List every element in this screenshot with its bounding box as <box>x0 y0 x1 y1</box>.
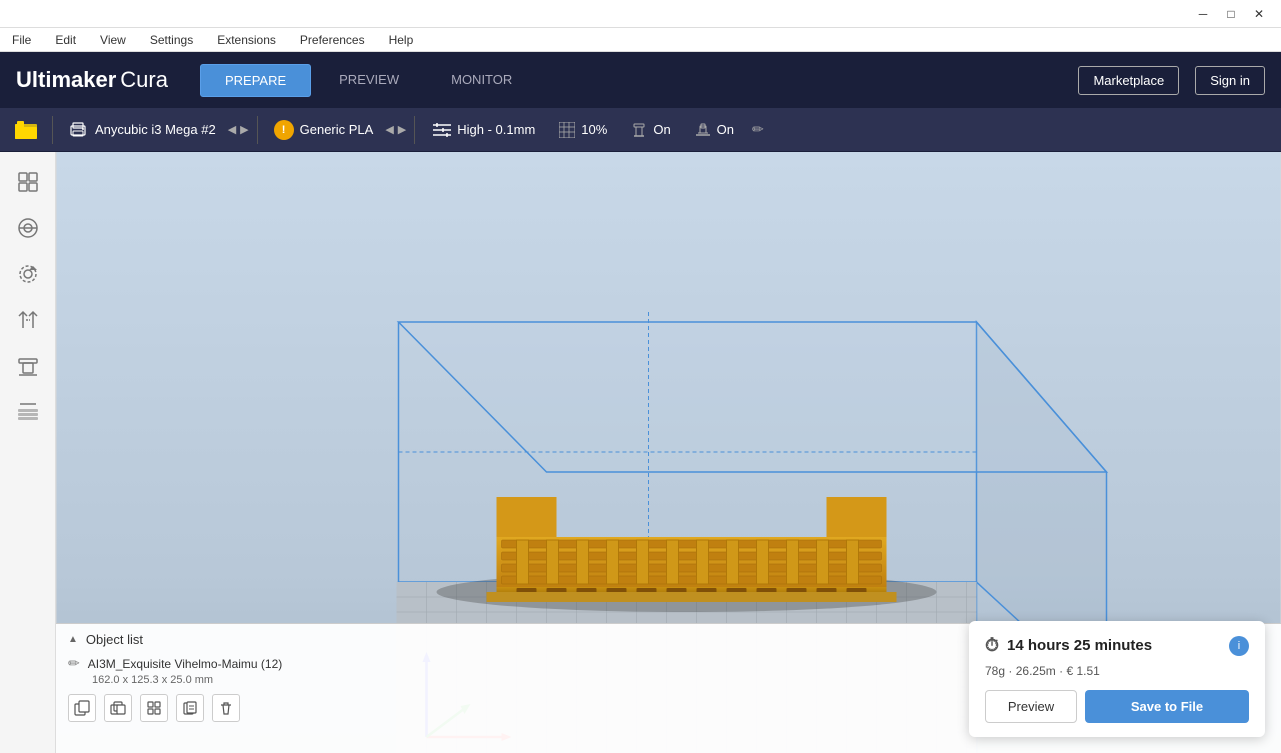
sign-in-button[interactable]: Sign in <box>1195 66 1265 95</box>
material-arrow-left[interactable]: ◀ <box>385 123 393 136</box>
minimize-button[interactable]: ─ <box>1189 0 1217 28</box>
viewport[interactable]: ▲ Object list ✏ AI3M_Exquisite Vihelmo-M… <box>56 152 1281 753</box>
preview-button[interactable]: Preview <box>985 690 1077 723</box>
menu-edit[interactable]: Edit <box>51 33 80 47</box>
material-cost: € 1.51 <box>1066 664 1099 678</box>
estimate-panel: ⏱ 14 hours 25 minutes i 78g · 26.25m · €… <box>969 621 1265 737</box>
menu-preferences[interactable]: Preferences <box>296 33 369 47</box>
object-name: AI3M_Exquisite Vihelmo-Maimu (12) <box>88 657 283 671</box>
header: Ultimaker Cura PREPARE PREVIEW MONITOR M… <box>0 52 1281 108</box>
tool-mirror[interactable] <box>6 298 50 342</box>
support-label: On <box>653 122 670 137</box>
toolbar: Anycubic i3 Mega #2 ◀ ▶ ! Generic PLA ◀ … <box>0 108 1281 152</box>
printer-arrow[interactable]: ◀ <box>228 123 236 136</box>
object-edit-icon: ✏ <box>68 655 80 672</box>
material-arrow-right[interactable]: ▶ <box>398 123 406 136</box>
infill-percent: 10% <box>581 122 607 137</box>
object-list-title: Object list <box>86 632 143 647</box>
material-warning-icon: ! <box>274 120 294 140</box>
edit-settings-icon[interactable]: ✏ <box>752 121 764 138</box>
toolbar-divider-1 <box>52 116 53 144</box>
menu-bar: File Edit View Settings Extensions Prefe… <box>0 28 1281 52</box>
menu-help[interactable]: Help <box>385 33 418 47</box>
estimate-time: ⏱ 14 hours 25 minutes <box>985 635 1152 656</box>
info-icon[interactable]: i <box>1229 636 1249 656</box>
logo-light: Cura <box>120 67 168 93</box>
action-delete[interactable] <box>212 694 240 722</box>
open-folder-button[interactable] <box>8 112 44 148</box>
clock-icon: ⏱ <box>985 635 999 656</box>
adhesion-selector[interactable]: On <box>685 118 744 142</box>
action-duplicate[interactable] <box>68 694 96 722</box>
maximize-button[interactable]: □ <box>1217 0 1245 28</box>
material-selector[interactable]: ! Generic PLA <box>266 116 382 144</box>
app-logo: Ultimaker Cura <box>16 67 168 93</box>
material-name: Generic PLA <box>300 122 374 137</box>
action-merge[interactable] <box>140 694 168 722</box>
estimate-actions: Preview Save to File <box>985 690 1249 723</box>
nav-tabs: PREPARE PREVIEW MONITOR <box>200 64 536 97</box>
action-multiply[interactable] <box>104 694 132 722</box>
estimate-time-row: ⏱ 14 hours 25 minutes i <box>985 635 1249 656</box>
print-time: 14 hours 25 minutes <box>1007 637 1152 654</box>
menu-file[interactable]: File <box>8 33 35 47</box>
tab-monitor[interactable]: MONITOR <box>427 64 536 97</box>
infill-selector[interactable]: 10% <box>549 118 617 142</box>
tool-move[interactable] <box>6 160 50 204</box>
material-weight: 78g <box>985 664 1005 678</box>
printer-arrow-right[interactable]: ▶ <box>240 123 248 136</box>
marketplace-button[interactable]: Marketplace <box>1078 66 1179 95</box>
quality-selector[interactable]: High - 0.1mm <box>423 118 545 141</box>
menu-view[interactable]: View <box>96 33 130 47</box>
action-copy[interactable] <box>176 694 204 722</box>
printer-selector[interactable]: Anycubic i3 Mega #2 <box>61 117 224 143</box>
title-bar: ─ □ ✕ <box>0 0 1281 28</box>
material-length: 26.25m <box>1016 664 1056 678</box>
quality-label: High - 0.1mm <box>457 122 535 137</box>
tab-preview[interactable]: PREVIEW <box>315 64 423 97</box>
main-layout: ▲ Object list ✏ AI3M_Exquisite Vihelmo-M… <box>0 152 1281 753</box>
tool-custom[interactable] <box>6 390 50 434</box>
tool-scale[interactable] <box>6 206 50 250</box>
logo-bold: Ultimaker <box>16 67 116 93</box>
toolbar-divider-3 <box>414 116 415 144</box>
tab-prepare[interactable]: PREPARE <box>200 64 311 97</box>
save-to-file-button[interactable]: Save to File <box>1085 690 1249 723</box>
menu-settings[interactable]: Settings <box>146 33 197 47</box>
toolbar-divider-2 <box>257 116 258 144</box>
adhesion-label: On <box>717 122 734 137</box>
close-button[interactable]: ✕ <box>1245 0 1273 28</box>
tool-rotate[interactable] <box>6 252 50 296</box>
separator-1: · <box>1008 664 1015 678</box>
estimate-details: 78g · 26.25m · € 1.51 <box>985 664 1249 678</box>
printer-name: Anycubic i3 Mega #2 <box>95 122 216 137</box>
support-selector[interactable]: On <box>621 118 680 142</box>
tool-support[interactable] <box>6 344 50 388</box>
menu-extensions[interactable]: Extensions <box>213 33 280 47</box>
left-sidebar <box>0 152 56 753</box>
chevron-up-icon: ▲ <box>68 634 78 645</box>
